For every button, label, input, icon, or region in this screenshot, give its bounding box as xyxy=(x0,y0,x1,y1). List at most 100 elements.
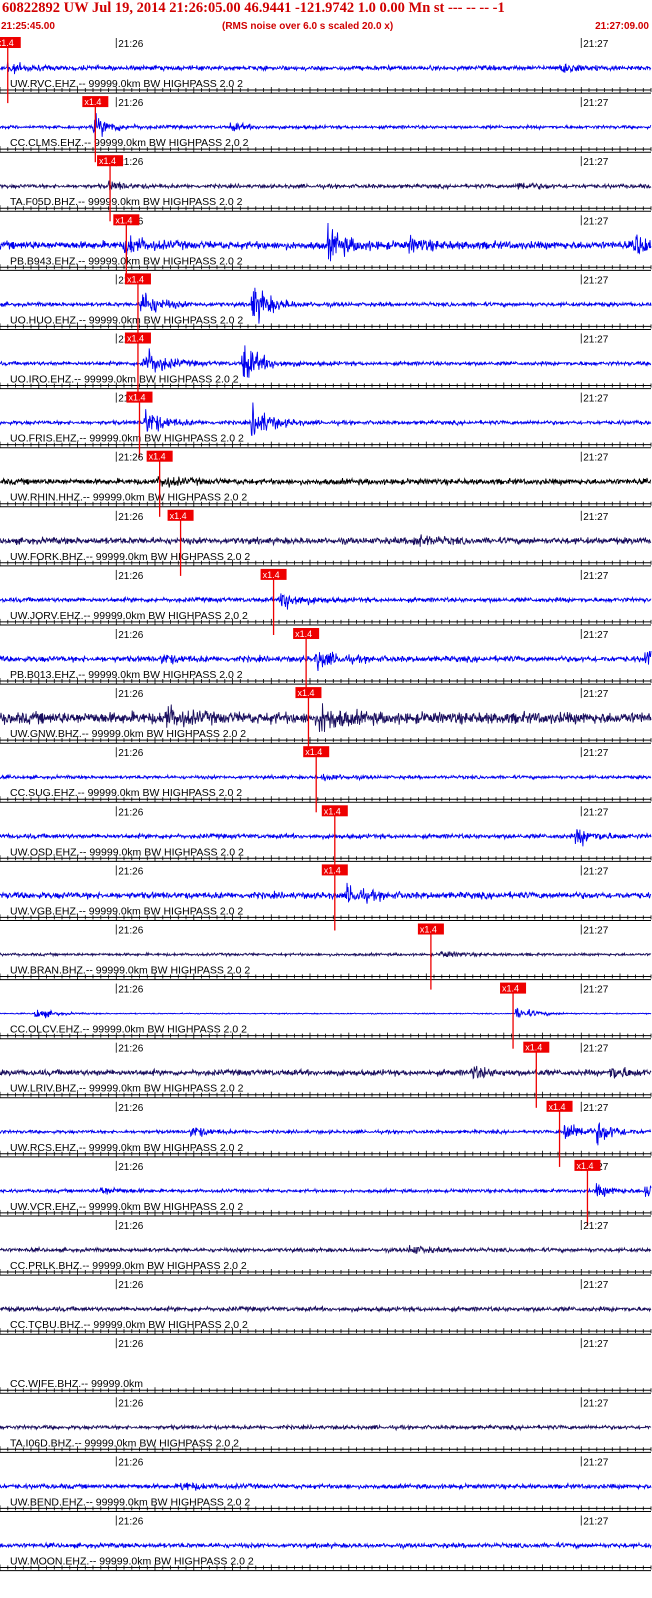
pick-marker-label: x1.4 xyxy=(502,984,519,994)
station-label: CC.OLCV.EHZ.-- 99999.0km BW HIGHPASS 2.0… xyxy=(10,1024,247,1036)
minute-tick-label: 21:27 xyxy=(583,98,608,109)
minute-tick-label: 21:26 xyxy=(118,630,143,641)
pick-marker-label: x1.4 xyxy=(0,38,14,48)
minute-tick-label: 21:26 xyxy=(118,39,143,50)
pick-marker-label: x1.4 xyxy=(170,511,187,521)
station-label: UW.RCS.EHZ.-- 99999.0km BW HIGHPASS 2.0 … xyxy=(10,1142,243,1154)
pick-marker-label: x1.4 xyxy=(127,334,144,344)
minute-tick-label: 21:27 xyxy=(583,394,608,405)
waveform-trace xyxy=(0,1482,652,1491)
waveform-trace xyxy=(0,593,652,610)
minute-tick-label: 21:26 xyxy=(118,98,143,109)
minute-tick-label: 21:26 xyxy=(118,1162,143,1173)
minute-tick-label: 21:27 xyxy=(583,748,608,759)
minute-tick-label: 21:27 xyxy=(583,689,608,700)
waveform-trace xyxy=(0,1065,652,1080)
pick-marker-label: x1.4 xyxy=(576,1161,593,1171)
minute-tick-label: 21:27 xyxy=(583,1457,608,1468)
station-label: UO.IRO.EHZ.-- 99999.0km BW HIGHPASS 2.0 … xyxy=(10,374,239,386)
minute-tick-label: 21:27 xyxy=(583,1398,608,1409)
minute-tick-label: 21:26 xyxy=(118,1517,143,1528)
minute-tick-label: 21:26 xyxy=(118,512,143,523)
minute-tick-label: 21:26 xyxy=(118,1457,143,1468)
event-title: 60822892 UW Jul 19, 2014 21:26:05.00 46.… xyxy=(2,0,505,16)
station-label: UW.LRIV.BHZ.-- 99999.0km BW HIGHPASS 2.0… xyxy=(10,1083,244,1095)
station-label: CC.TCBU.BHZ.-- 99999.0km BW HIGHPASS 2.0… xyxy=(10,1319,248,1331)
minute-tick-label: 21:27 xyxy=(583,807,608,818)
pick-marker-label: x1.4 xyxy=(549,1102,566,1112)
station-label: CC.WIFE.BHZ.-- 99999.0km xyxy=(10,1378,143,1390)
waveform-trace xyxy=(0,950,652,958)
pick-marker-label: x1.4 xyxy=(324,806,341,816)
waveform-trace xyxy=(0,1245,652,1255)
station-label: UO.HUO.EHZ.-- 99999.0km BW HIGHPASS 2.0 … xyxy=(10,314,243,326)
pick-marker-label: x1.4 xyxy=(149,452,166,462)
minute-tick-label: 21:27 xyxy=(583,1103,608,1114)
waveform-trace xyxy=(0,180,652,191)
station-label: UW.RHIN.HHZ.-- 99999.0km BW HIGHPASS 2.0… xyxy=(10,492,247,504)
minute-tick-label: 21:26 xyxy=(118,453,143,464)
station-label: CC.CLMS.EHZ.-- 99999.0km BW HIGHPASS 2.0… xyxy=(10,137,249,149)
waveform-trace xyxy=(0,650,652,672)
waveform-trace xyxy=(0,534,652,547)
waveform-trace xyxy=(0,1541,652,1551)
minute-tick-label: 21:26 xyxy=(118,1103,143,1114)
station-label: UW.VGB.EHZ.-- 99999.0km BW HIGHPASS 2.0 … xyxy=(10,905,243,917)
pick-marker-label: x1.4 xyxy=(263,570,280,580)
pick-marker-label: x1.4 xyxy=(295,629,312,639)
waveform-trace xyxy=(0,829,652,847)
station-label: UW.VCR.EHZ.-- 99999.0km BW HIGHPASS 2.0 … xyxy=(10,1201,243,1213)
station-label: UW.BEND.EHZ.-- 99999.0km BW HIGHPASS 2.0… xyxy=(10,1496,250,1508)
minute-tick-label: 21:26 xyxy=(118,1221,143,1232)
waveform-trace xyxy=(0,1183,652,1197)
station-label: TA.F05D.BHZ.-- 99999.0km BW HIGHPASS 2.0… xyxy=(10,196,243,208)
pick-marker-label: x1.4 xyxy=(297,688,314,698)
station-label: UW.MOON.EHZ.-- 99999.0km BW HIGHPASS 2.0… xyxy=(10,1556,254,1568)
minute-tick-label: 21:26 xyxy=(118,926,143,937)
minute-tick-label: 21:27 xyxy=(583,630,608,641)
minute-tick-label: 21:27 xyxy=(583,275,608,286)
minute-tick-label: 21:27 xyxy=(583,453,608,464)
pick-marker-label: x1.4 xyxy=(324,865,341,875)
minute-tick-label: 21:27 xyxy=(583,926,608,937)
pick-marker-label: x1.4 xyxy=(127,274,144,284)
station-label: UW.JORV.EHZ.-- 99999.0km BW HIGHPASS 2.0… xyxy=(10,610,248,622)
minute-tick-label: 21:27 xyxy=(583,866,608,877)
pick-marker-label: x1.4 xyxy=(525,1043,542,1053)
waveform-trace xyxy=(0,113,652,140)
minute-tick-label: 21:27 xyxy=(583,1044,608,1055)
minute-tick-label: 21:27 xyxy=(583,1280,608,1291)
rms-noise-note: (RMS noise over 6.0 s scaled 20.0 x) xyxy=(222,21,394,32)
minute-tick-label: 21:27 xyxy=(583,1339,608,1350)
minute-tick-label: 21:26 xyxy=(118,748,143,759)
minute-tick-label: 21:26 xyxy=(118,1044,143,1055)
station-label: UW.OSD.EHZ.-- 99999.0km BW HIGHPASS 2.0 … xyxy=(10,846,244,858)
pick-marker-label: x1.4 xyxy=(129,393,146,403)
minute-tick-label: 21:27 xyxy=(583,985,608,996)
minute-tick-label: 21:26 xyxy=(118,985,143,996)
minute-tick-label: 21:27 xyxy=(583,512,608,523)
minute-tick-label: 21:26 xyxy=(118,1398,143,1409)
minute-tick-label: 21:27 xyxy=(583,335,608,346)
minute-tick-label: 21:26 xyxy=(118,866,143,877)
waveform-trace xyxy=(0,1007,652,1019)
seismogram-record-section: 21:26 21:27 UW.RVC.EHZ.-- 99999.0km BW HIG… xyxy=(0,37,652,1572)
minute-tick-label: 21:26 xyxy=(118,1339,143,1350)
pick-marker-label: x1.4 xyxy=(420,925,437,935)
pick-marker-label: x1.4 xyxy=(99,156,116,166)
station-label: UW.BRAN.BHZ.-- 99999.0km BW HIGHPASS 2.0… xyxy=(10,965,250,977)
station-label: TA.I06D.BHZ.-- 99999.0km BW HIGHPASS 2.0… xyxy=(10,1437,239,1449)
record-header: 60822892 UW Jul 19, 2014 21:26:05.00 46.… xyxy=(0,0,652,36)
station-label: CC.PRLK.BHZ.-- 99999.0km BW HIGHPASS 2.0… xyxy=(10,1260,247,1272)
station-label: CC.SUG.EHZ.-- 99999.0km BW HIGHPASS 2.0 … xyxy=(10,787,242,799)
minute-tick-label: 21:26 xyxy=(118,1280,143,1291)
minute-tick-label: 21:27 xyxy=(583,1221,608,1232)
minute-tick-label: 21:26 xyxy=(118,571,143,582)
minute-tick-label: 21:27 xyxy=(583,157,608,168)
minute-tick-label: 21:27 xyxy=(583,216,608,227)
pick-marker-label: x1.4 xyxy=(305,747,322,757)
minute-tick-label: 21:26 xyxy=(118,689,143,700)
waveform-trace xyxy=(0,402,652,437)
pick-marker-label: x1.4 xyxy=(115,215,132,225)
waveform-trace xyxy=(0,61,652,75)
